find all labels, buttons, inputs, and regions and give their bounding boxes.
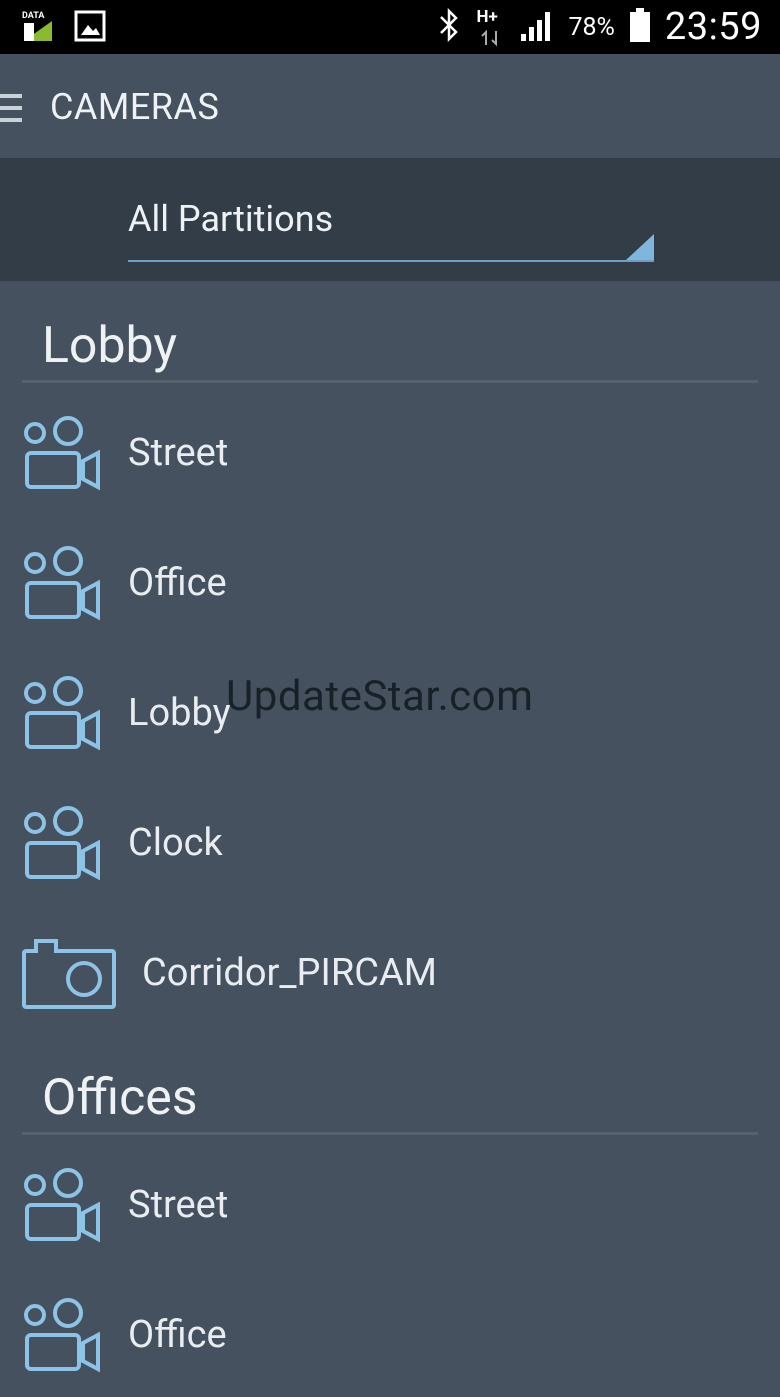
section-title: Offices: [42, 1069, 198, 1127]
camera-label: Office: [128, 561, 227, 605]
image-icon: [74, 10, 106, 46]
hamburger-menu-icon[interactable]: [0, 92, 24, 128]
dropdown-arrow-icon: [626, 234, 654, 260]
camera-label: Clock: [128, 821, 223, 865]
camera-label: Street: [128, 1183, 229, 1227]
camera-label: Lobby: [128, 691, 231, 735]
partition-selected-value: All Partitions: [128, 198, 334, 240]
section-title: Lobby: [42, 317, 177, 375]
still-camera-icon: [22, 935, 118, 1015]
video-camera-icon: [22, 545, 102, 625]
video-camera-icon: [22, 1297, 102, 1377]
camera-item-street[interactable]: Street: [0, 385, 780, 515]
video-camera-icon: [22, 805, 102, 885]
data-icon: DATA: [22, 11, 54, 43]
camera-label: Street: [128, 431, 229, 475]
video-camera-icon: [22, 675, 102, 755]
bluetooth-icon: [436, 7, 462, 46]
status-bar: DATA H+ 78% 23:59: [0, 0, 780, 54]
battery-percent: 78%: [568, 12, 615, 42]
video-camera-icon: [22, 1167, 102, 1247]
partition-dropdown[interactable]: All Partitions: [128, 196, 654, 262]
section-header-offices: Offices: [22, 1033, 758, 1135]
camera-label: Corridor_PIRCAM: [142, 951, 437, 995]
camera-item-corridor-pircam[interactable]: Corridor_PIRCAM: [0, 905, 780, 1035]
camera-item-lobby[interactable]: Lobby: [0, 645, 780, 775]
app-bar: CAMERAS: [0, 54, 780, 158]
page-title: CAMERAS: [50, 86, 220, 128]
video-camera-icon: [22, 415, 102, 495]
clock-time: 23:59: [664, 5, 762, 49]
network-arrows-icon: H+: [476, 7, 506, 47]
partition-filter-bar: All Partitions: [0, 158, 780, 281]
camera-item-clock[interactable]: Clock: [0, 775, 780, 905]
camera-item-office[interactable]: Office: [0, 1267, 780, 1397]
camera-item-office[interactable]: Office: [0, 515, 780, 645]
signal-icon: [520, 8, 554, 46]
battery-icon: [629, 7, 651, 47]
camera-label: Office: [128, 1313, 227, 1357]
camera-item-street[interactable]: Street: [0, 1137, 780, 1267]
section-header-lobby: Lobby: [22, 281, 758, 383]
